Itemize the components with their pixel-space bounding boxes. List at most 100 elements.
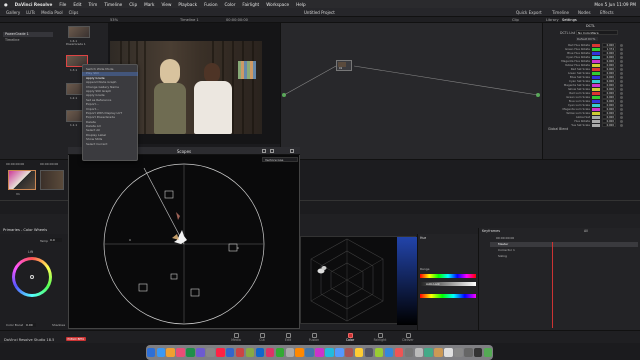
dock-app-icon[interactable] (325, 348, 334, 357)
timeline-toggle-button[interactable]: Timeline (552, 10, 569, 15)
dock-app-icon[interactable] (384, 348, 394, 357)
settings-tab[interactable]: Settings (562, 18, 577, 22)
dock-app-icon[interactable] (226, 348, 235, 357)
node-mode-clip[interactable]: Clip (512, 18, 519, 22)
scope-settings-icon[interactable] (290, 149, 294, 153)
dock-app-icon[interactable] (295, 348, 304, 357)
keyframe-playhead[interactable] (552, 242, 553, 328)
page-tab-fairlight[interactable]: Fairlight (370, 333, 390, 342)
dock-app-icon[interactable] (444, 348, 453, 357)
dock-app-icon[interactable] (146, 348, 156, 357)
dock-app-icon[interactable] (255, 348, 265, 357)
menu-item-select-current[interactable]: Select Current (83, 142, 137, 146)
dock-app-icon[interactable] (176, 348, 185, 357)
dock-app-icon[interactable] (464, 348, 473, 357)
page-tab-cut[interactable]: Cut (252, 333, 272, 342)
app-menu[interactable]: DaVinci Resolve (15, 2, 53, 7)
menu-file[interactable]: File (59, 2, 66, 7)
dock-app-icon[interactable] (275, 348, 285, 357)
menu-help[interactable]: Help (296, 2, 306, 7)
menu-view[interactable]: View (161, 2, 171, 7)
dock-app-icon[interactable] (434, 348, 443, 357)
keyframe-row-sizing[interactable]: Sizing (486, 254, 507, 258)
album-timeline[interactable]: Timeline (3, 38, 53, 43)
dock-app-icon[interactable] (424, 348, 433, 357)
luts-button[interactable]: LUTs (26, 10, 35, 15)
mac-menu-bar: ● DaVinci Resolve File Edit Trim Timelin… (0, 0, 640, 8)
dock-app-icon[interactable] (404, 348, 414, 357)
dock-app-icon[interactable] (414, 348, 423, 357)
clip-thumbnail[interactable] (40, 170, 64, 190)
timeline-selector[interactable]: Timeline 1 (180, 18, 199, 22)
auto-lock-toggle[interactable]: Auto Lock (426, 282, 440, 286)
wheel-puck-icon[interactable] (30, 275, 34, 279)
clips-button[interactable]: Clips (69, 10, 79, 15)
zoom-level[interactable]: 53% (110, 18, 118, 22)
dock-app-icon[interactable] (364, 348, 374, 357)
param-reset-icon[interactable] (620, 123, 623, 127)
dock-app-icon[interactable] (374, 348, 384, 357)
color-boost-field[interactable]: 0.00 (26, 323, 36, 327)
dock-app-icon[interactable] (166, 348, 175, 357)
hue-range-bar[interactable] (420, 274, 476, 278)
dock-app-icon[interactable] (186, 348, 195, 357)
quick-export-button[interactable]: Quick Export (516, 10, 542, 15)
effects-toggle-button[interactable]: Effects (600, 10, 614, 15)
dock-app-icon[interactable] (216, 348, 225, 357)
sat-range-bar[interactable] (420, 294, 476, 298)
corrector-node[interactable]: 01 (336, 60, 352, 71)
dock-app-icon[interactable] (245, 348, 255, 357)
dock-app-icon[interactable] (483, 348, 493, 357)
menu-timeline[interactable]: Timeline (104, 2, 122, 7)
gallery-button[interactable]: Gallery (6, 10, 20, 15)
dock-app-icon[interactable] (354, 348, 364, 357)
page-tab-fusion[interactable]: Fusion (304, 333, 324, 342)
keyframes-filter[interactable]: All (584, 229, 588, 233)
dock-app-icon[interactable] (315, 348, 324, 357)
dock-app-icon[interactable] (345, 348, 354, 357)
dock-app-icon[interactable] (235, 348, 245, 357)
dctl-select[interactable]: No ColorWarp (576, 30, 618, 35)
gallery-still[interactable] (68, 26, 90, 38)
clip-thumbnail-selected[interactable] (8, 170, 36, 190)
menu-mark[interactable]: Mark (144, 2, 154, 7)
dock-app-icon[interactable] (285, 348, 294, 357)
dock-app-icon[interactable] (265, 348, 275, 357)
default-dctl-button[interactable]: Default DCTL (576, 37, 598, 41)
dock-app-icon[interactable] (335, 348, 344, 357)
page-tab-deliver[interactable]: Deliver (398, 333, 418, 342)
menu-playback[interactable]: Playback (178, 2, 197, 7)
page-tab-color[interactable]: Color (340, 333, 360, 342)
dock-app-icon[interactable] (206, 348, 215, 357)
keyframe-row-master[interactable]: Master (490, 242, 638, 247)
scope-layout-icon[interactable] (262, 149, 266, 153)
apple-menu-icon[interactable]: ● (4, 2, 8, 7)
dock-app-icon[interactable] (196, 348, 205, 357)
keyframe-row-corrector[interactable]: Corrector 1 (486, 248, 515, 252)
menu-fairlight[interactable]: Fairlight (242, 2, 259, 7)
menu-color[interactable]: Color (224, 2, 235, 7)
menu-trim[interactable]: Trim (88, 2, 97, 7)
menu-fusion[interactable]: Fusion (204, 2, 217, 7)
dock-app-icon[interactable] (394, 348, 404, 357)
album-powergrade[interactable]: PowerGrade 1 (3, 32, 53, 37)
qualifier-hue-view[interactable] (300, 236, 417, 325)
menu-highlight (82, 72, 138, 77)
temp-field[interactable]: 0.0 (50, 238, 62, 242)
page-tab-media[interactable]: Media (226, 333, 246, 342)
scope-layout-icon[interactable] (270, 149, 274, 153)
lift-label: Lift (28, 250, 33, 254)
nodes-toggle-button[interactable]: Nodes (578, 10, 591, 15)
menu-workspace[interactable]: Workspace (266, 2, 289, 7)
dock-app-icon[interactable] (305, 348, 314, 357)
global-blend-toggle[interactable]: Global Blend (548, 127, 568, 131)
media-pool-button[interactable]: Media Pool (41, 10, 63, 15)
dock-app-icon[interactable] (156, 348, 165, 357)
menu-clip[interactable]: Clip (129, 2, 137, 7)
menu-edit[interactable]: Edit (73, 2, 81, 7)
param-value-field[interactable]: 0.000 (602, 123, 616, 127)
dock-app-icon[interactable] (474, 348, 483, 357)
library-tab[interactable]: Library (546, 18, 559, 22)
dock-app-icon[interactable] (454, 348, 463, 357)
page-tab-edit[interactable]: Edit (278, 333, 298, 342)
